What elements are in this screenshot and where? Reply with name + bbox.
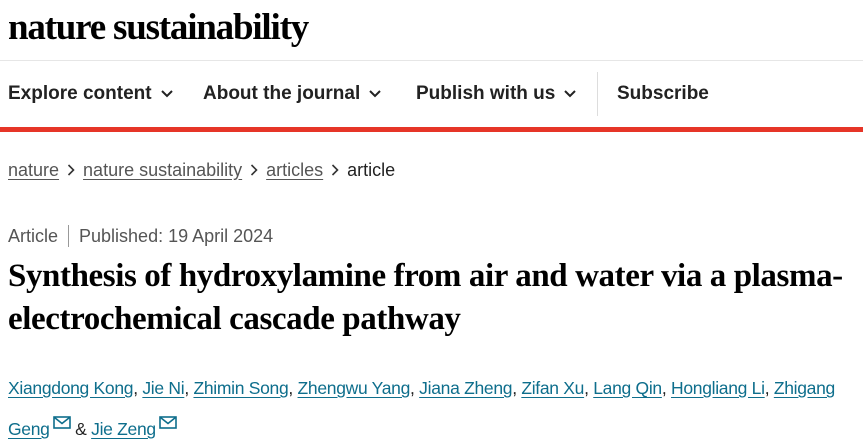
author-link[interactable]: Lang Qin [593, 378, 662, 398]
author-separator: , [661, 378, 671, 398]
author-list: Xiangdong Kong, Jie Ni, Zhimin Song, Zhe… [8, 371, 863, 447]
author-separator: , [584, 378, 594, 398]
mail-icon[interactable] [159, 406, 177, 441]
header-accent-rule [0, 127, 863, 132]
author-link[interactable]: Zifan Xu [521, 378, 584, 398]
author-link[interactable]: Jie Zeng [91, 419, 156, 439]
author-link[interactable]: Jiana Zheng [419, 378, 512, 398]
nav-subscribe[interactable]: Subscribe [617, 61, 709, 127]
author-link[interactable]: Xiangdong Kong [8, 378, 134, 398]
article-title: Synthesis of hydroxylamine from air and … [8, 258, 843, 337]
nav-about-label: About the journal [203, 83, 361, 104]
chevron-right-icon [242, 164, 266, 176]
nav-about-journal[interactable]: About the journal [203, 61, 381, 127]
author-separator: , [512, 378, 522, 398]
chevron-right-icon [323, 164, 347, 176]
published-date: Published: 19 April 2024 [79, 225, 274, 246]
nav-publish-label: Publish with us [416, 83, 556, 104]
nav-explore-label: Explore content [8, 83, 152, 104]
chevron-down-icon [369, 88, 381, 100]
nav-publish-with-us[interactable]: Publish with us [416, 61, 577, 127]
article-meta: Article Published: 19 April 2024 [8, 224, 273, 248]
author-separator: , [410, 378, 420, 398]
main-navigation: Explore content About the journal Publis… [0, 61, 863, 127]
breadcrumb-nature-sustainability[interactable]: nature sustainability [83, 160, 242, 181]
breadcrumb: nature nature sustainability articles ar… [8, 157, 395, 183]
nav-divider [597, 72, 598, 116]
chevron-down-icon [564, 88, 577, 100]
author-separator: , [764, 378, 774, 398]
mail-icon[interactable] [52, 406, 71, 441]
article-type: Article [8, 225, 59, 246]
chevron-down-icon [160, 88, 173, 100]
meta-divider [68, 225, 70, 247]
author-link[interactable]: Zhengwu Yang [298, 378, 411, 398]
author-link[interactable]: Jie Ni [142, 378, 184, 398]
brand-header: nature sustainability [0, 0, 863, 61]
nav-explore-content[interactable]: Explore content [8, 61, 173, 127]
author-separator: , [288, 378, 298, 398]
journal-logo[interactable]: nature sustainability [8, 6, 309, 49]
chevron-right-icon [59, 164, 83, 176]
author-separator: & [70, 419, 92, 439]
nav-subscribe-label: Subscribe [617, 83, 709, 104]
author-separator: , [133, 378, 143, 398]
breadcrumb-nature[interactable]: nature [8, 160, 59, 181]
breadcrumb-current: article [347, 159, 396, 180]
author-link[interactable]: Zhimin Song [193, 378, 288, 398]
author-link[interactable]: Hongliang Li [671, 378, 765, 398]
breadcrumb-articles[interactable]: articles [266, 160, 323, 181]
